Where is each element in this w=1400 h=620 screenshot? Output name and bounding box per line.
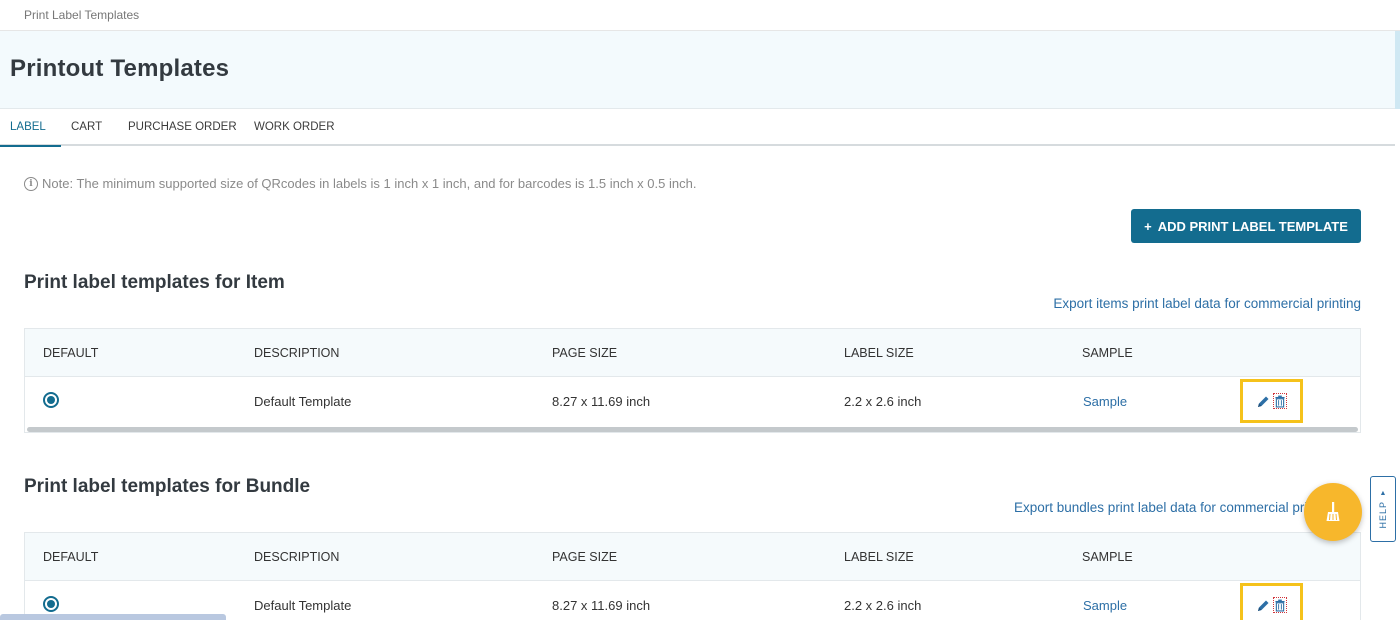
note-message: i Note: The minimum supported size of QR… [24, 176, 696, 191]
export-items-link[interactable]: Export items print label data for commer… [1053, 296, 1361, 311]
row-page-size: 8.27 x 11.69 inch [552, 394, 651, 409]
table-header: DEFAULT DESCRIPTION PAGE SIZE LABEL SIZE… [25, 329, 1360, 377]
tab-cart[interactable]: CART [71, 110, 102, 146]
broom-icon [1326, 502, 1340, 521]
tab-label[interactable]: LABEL [0, 110, 61, 147]
table-header: DEFAULT DESCRIPTION PAGE SIZE LABEL SIZE… [25, 533, 1360, 581]
table-row: Default Template 8.27 x 11.69 inch 2.2 x… [25, 377, 1360, 425]
default-radio[interactable] [43, 596, 59, 612]
tab-work-order[interactable]: WORK ORDER [254, 110, 335, 146]
bundle-templates-table: DEFAULT DESCRIPTION PAGE SIZE LABEL SIZE… [24, 532, 1361, 620]
bottom-scroll-indicator [0, 614, 226, 620]
table-horizontal-scrollbar[interactable] [27, 427, 1358, 432]
row-description: Default Template [254, 394, 352, 409]
item-section-title: Print label templates for Item [24, 272, 285, 293]
help-tab[interactable]: ▲ HELP [1370, 476, 1396, 542]
row-page-size: 8.27 x 11.69 inch [552, 598, 651, 613]
trash-icon[interactable] [1272, 597, 1287, 613]
help-label: HELP [1378, 500, 1388, 529]
add-button-label: ADD PRINT LABEL TEMPLATE [1157, 218, 1348, 234]
caret-up-icon: ▲ [1379, 489, 1387, 497]
broom-fab-button[interactable] [1304, 483, 1362, 541]
col-label-size: LABEL SIZE [844, 346, 914, 360]
sample-link[interactable]: Sample [1083, 598, 1127, 613]
row-actions-highlight [1240, 379, 1303, 423]
col-default: DEFAULT [43, 550, 99, 564]
bundle-section-title: Print label templates for Bundle [24, 476, 311, 497]
col-default: DEFAULT [43, 346, 99, 360]
tab-bar: LABEL CART PURCHASE ORDER WORK ORDER [0, 110, 1395, 147]
sample-link[interactable]: Sample [1083, 394, 1127, 409]
pencil-icon[interactable] [1257, 597, 1271, 613]
export-bundles-link[interactable]: Export bundles print label data for comm… [1014, 500, 1337, 515]
page-title: Printout Templates [10, 55, 230, 82]
page-header: Printout Templates [0, 31, 1395, 109]
info-circle-icon: i [24, 176, 38, 191]
item-templates-table: DEFAULT DESCRIPTION PAGE SIZE LABEL SIZE… [24, 328, 1361, 433]
breadcrumb-text: Print Label Templates [24, 8, 140, 22]
col-label-size: LABEL SIZE [844, 550, 914, 564]
row-label-size: 2.2 x 2.6 inch [844, 394, 922, 409]
tab-purchase-order[interactable]: PURCHASE ORDER [128, 110, 237, 146]
default-radio[interactable] [43, 392, 59, 408]
col-sample: SAMPLE [1082, 550, 1133, 564]
pencil-icon[interactable] [1257, 393, 1271, 409]
add-print-label-template-button[interactable]: + ADD PRINT LABEL TEMPLATE [1131, 209, 1361, 243]
col-description: DESCRIPTION [254, 346, 340, 360]
col-page-size: PAGE SIZE [552, 550, 618, 564]
row-actions-highlight [1240, 583, 1303, 620]
note-text: Note: The minimum supported size of QRco… [42, 176, 697, 191]
col-description: DESCRIPTION [254, 550, 340, 564]
plus-icon: + [1144, 218, 1152, 234]
col-page-size: PAGE SIZE [552, 346, 618, 360]
breadcrumb: Print Label Templates [0, 0, 1400, 31]
col-sample: SAMPLE [1082, 346, 1133, 360]
row-description: Default Template [254, 598, 352, 613]
trash-icon[interactable] [1272, 393, 1287, 409]
page-scrollbar[interactable] [1395, 31, 1400, 109]
row-label-size: 2.2 x 2.6 inch [844, 598, 922, 613]
